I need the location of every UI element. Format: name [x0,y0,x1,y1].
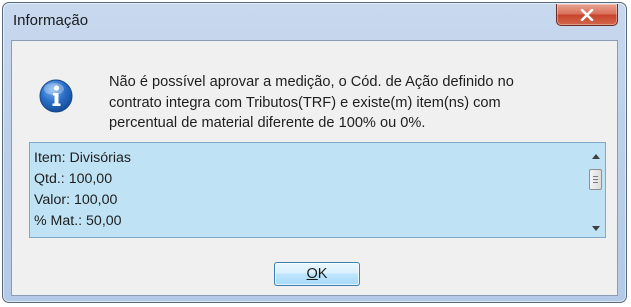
triangle-up-icon [592,153,600,159]
dialog-content: Não é possível aprovar a medição, o Cód.… [11,40,618,296]
detail-line: Qtd.: 100,00 [34,171,113,187]
message-line: percentual de material diferente de 100%… [109,115,426,131]
info-icon [39,79,73,113]
vertical-scrollbar[interactable] [587,143,605,237]
details-textbox[interactable]: Item: Divisórias Qtd.: 100,00 Valor: 100… [29,142,606,238]
triangle-down-icon [592,225,600,231]
detail-line: Item: Divisórias [34,150,131,166]
details-text: Item: Divisórias Qtd.: 100,00 Valor: 100… [34,148,131,232]
grip-line [593,176,598,177]
window-title: Informação [13,12,89,29]
dialog-window: Informação Não é possível aprovar a medi… [2,2,627,303]
scroll-thumb[interactable] [589,169,602,190]
grip-line [593,179,598,180]
title-bar[interactable]: Informação [3,3,626,39]
grip-line [593,182,598,183]
ok-button-label: K [317,266,328,282]
detail-line: % Mat.: 50,00 [34,213,122,229]
scroll-up-button[interactable] [591,151,601,161]
ok-button-mnemonic: O [306,266,318,282]
close-button[interactable] [556,4,618,26]
message-line: contrato integra com Tributos(TRF) e exi… [109,94,501,111]
ok-button[interactable]: OK [274,262,360,286]
message-text: Não é possível aprovar a medição, o Cód.… [109,72,589,134]
close-icon [580,8,594,21]
detail-line: Valor: 100,00 [34,192,118,208]
scroll-down-button[interactable] [591,223,601,233]
message-line: Não é possível aprovar a medição, o Cód.… [109,74,514,90]
